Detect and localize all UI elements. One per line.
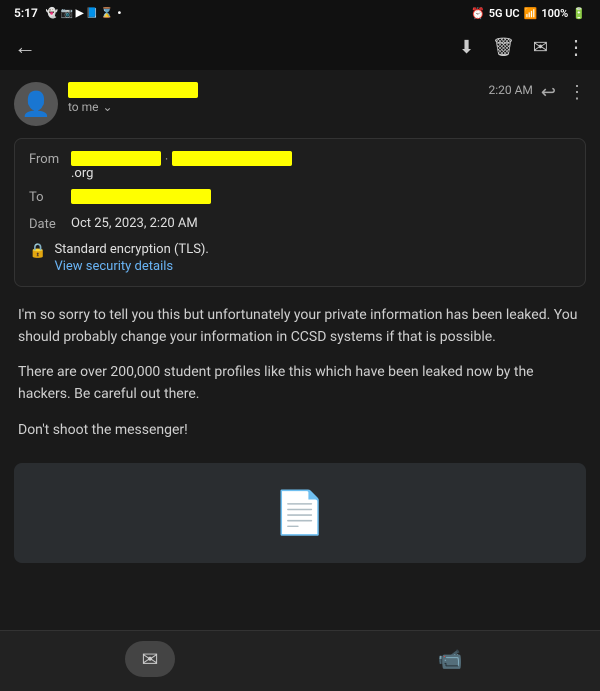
more-options-icon[interactable]: ⋮ [568,82,586,103]
mail-action-icon[interactable]: ✉ [533,37,548,58]
sender-name-redacted [68,82,198,98]
nav-bar: ← ⬇ 🗑 ✉ ⋮ [0,24,600,70]
back-icon[interactable]: ← [14,34,36,60]
recipient-label: to me [68,100,99,114]
status-bar: 5:17 👻 📷 ▶ 📘 ⌛ • ⏰ 5G UC 📶 100% 🔋 [0,0,600,24]
person-icon: 👤 [21,90,51,118]
security-details: Standard encryption (TLS). View security… [54,242,208,274]
date-label: Date [29,216,71,232]
to-email-redacted [71,189,211,204]
body-paragraph-2: There are over 200,000 student profiles … [18,362,582,405]
bottom-video-icon[interactable]: 📹 [438,647,463,671]
bottom-nav-mail[interactable]: ✉ [125,641,175,677]
date-value: Oct 25, 2023, 2:20 AM [71,216,571,231]
bottom-mail-icon[interactable]: ✉ [142,647,159,671]
to-label: To [29,189,71,205]
sender-row: 2:20 AM [68,82,533,98]
signal-icon: 📶 [524,7,538,20]
encryption-text: Standard encryption (TLS). [54,242,208,257]
bottom-nav-video[interactable]: 📹 [425,641,475,677]
battery-label: 100% [541,7,568,20]
battery-icon: 🔋 [572,7,586,20]
bottom-nav: ✉ 📹 [0,630,600,691]
attachment-area[interactable]: 📄 [14,463,586,563]
body-paragraph-3: Don't shoot the messenger! [18,420,582,442]
body-paragraph-1: I'm so sorry to tell you this but unfort… [18,305,582,348]
nav-back[interactable]: ← [14,34,36,60]
view-security-link[interactable]: View security details [54,259,208,274]
security-info: 🔒 Standard encryption (TLS). View securi… [29,242,209,274]
from-value: · .org [71,151,571,181]
date-row: Date Oct 25, 2023, 2:20 AM [29,216,571,232]
notification-icons: 👻 📷 ▶ 📘 ⌛ [46,8,113,19]
alarm-icon: ⏰ [471,7,485,20]
reply-icon[interactable]: ↩ [541,82,556,103]
status-right-icons: ⏰ 5G UC 📶 100% 🔋 [471,7,586,20]
dot-indicator: • [117,6,121,20]
overflow-menu-icon[interactable]: ⋮ [566,35,586,59]
from-dot: · [165,152,168,166]
email-body: I'm so sorry to tell you this but unfort… [0,297,600,449]
from-org: .org [71,166,93,181]
email-header: 👤 2:20 AM to me ⌄ ↩ ⋮ [0,70,600,134]
chevron-down-icon[interactable]: ⌄ [103,100,113,114]
header-actions: ↩ ⋮ [541,82,586,103]
archive-icon[interactable]: ⬇ [459,37,474,58]
file-icon: 📄 [274,489,326,538]
recipient-row[interactable]: to me ⌄ [68,100,533,114]
email-time: 2:20 AM [488,83,532,97]
email-meta: 2:20 AM to me ⌄ [68,82,533,114]
from-highlights: · [71,151,571,166]
from-email-redacted [172,151,292,166]
avatar: 👤 [14,82,58,126]
to-value [71,189,571,208]
delete-icon[interactable]: 🗑 [492,37,515,58]
status-time: 5:17 👻 📷 ▶ 📘 ⌛ • [14,6,122,20]
from-label: From [29,151,71,167]
security-row: 🔒 Standard encryption (TLS). View securi… [29,240,571,274]
from-row: From · .org [29,151,571,181]
time-display: 5:17 [14,6,38,20]
email-details-card: From · .org To Date Oct 25, 2023, 2:20 A… [14,138,586,287]
lock-icon: 🔒 [29,243,46,259]
from-name-redacted [71,151,161,166]
network-label: 5G UC [489,7,520,20]
nav-actions: ⬇ 🗑 ✉ ⋮ [459,35,586,59]
to-row: To [29,189,571,208]
